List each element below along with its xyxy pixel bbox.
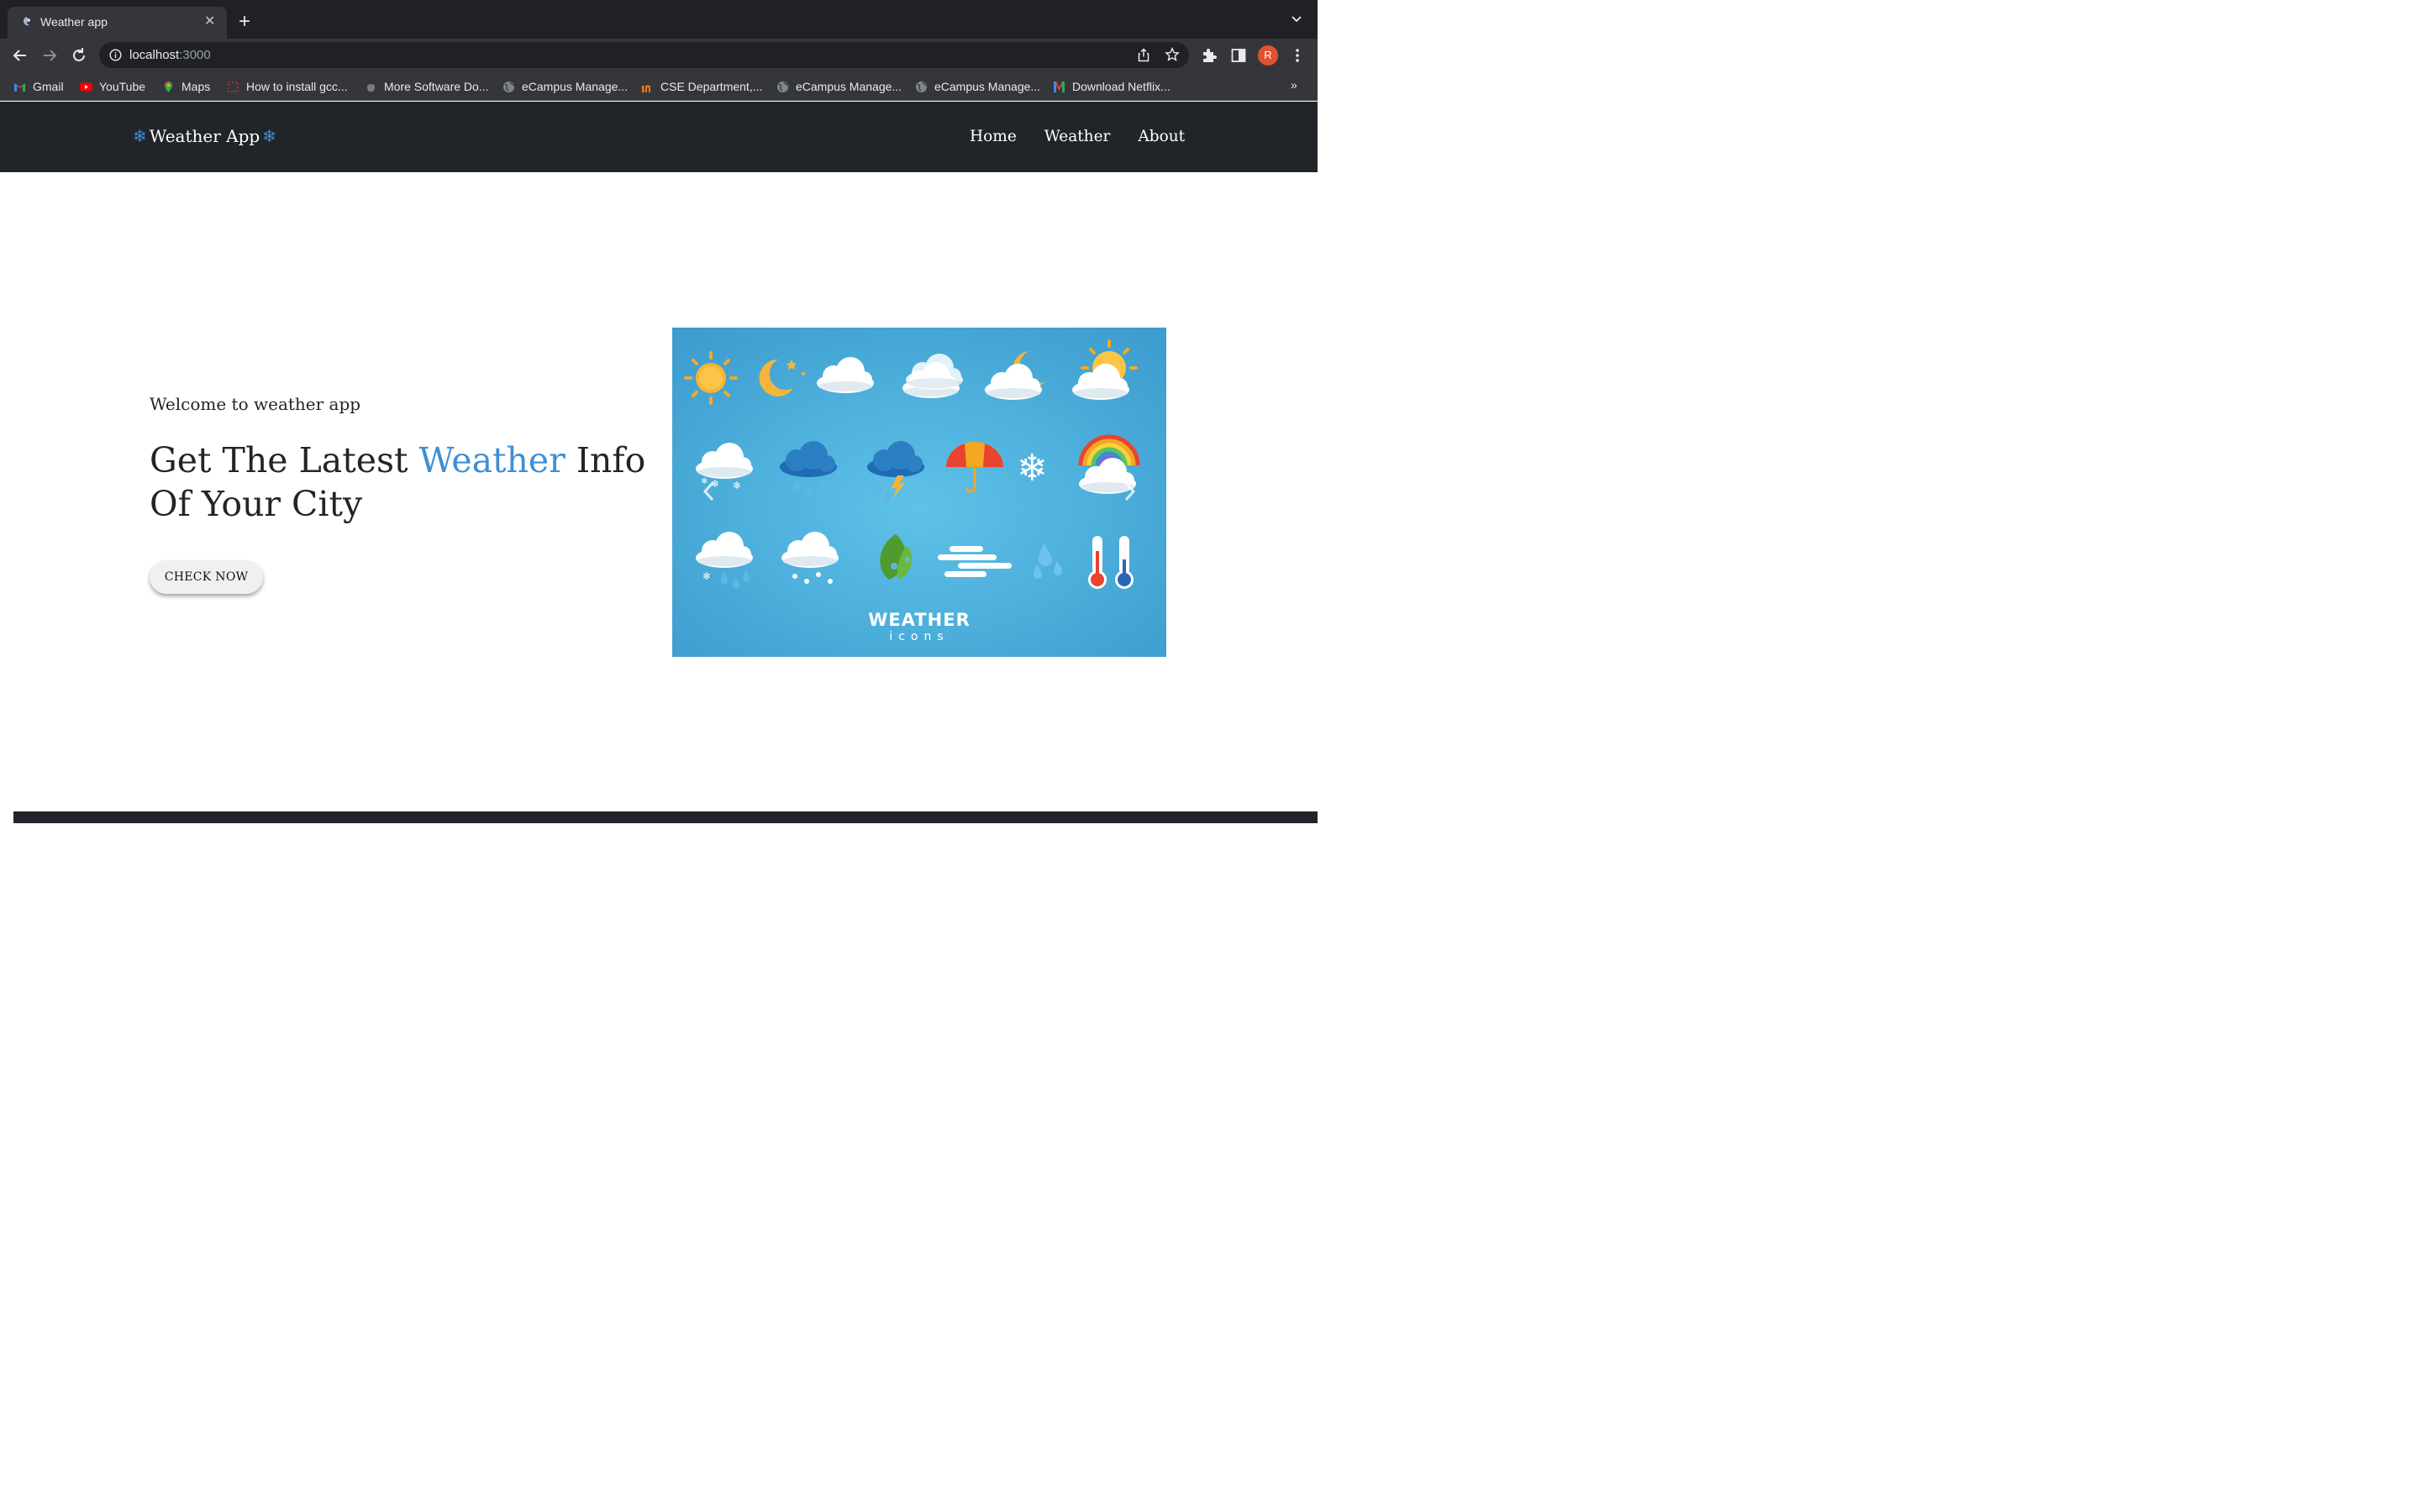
brand-name: Weather App: [149, 126, 260, 146]
bookmark-maps[interactable]: Maps: [162, 79, 210, 94]
site-navbar: ❄ Weather App ❄ Home Weather About: [0, 102, 1318, 172]
maps-icon: [165, 81, 172, 92]
snowflake-icon: ❄: [262, 126, 276, 146]
bookmark-gcc[interactable]: How to install gcc...: [227, 79, 348, 94]
bookmark-cse-department[interactable]: CSE Department,...: [641, 79, 762, 94]
svg-text:❄: ❄: [1017, 447, 1048, 490]
bookmark-netflix[interactable]: Download Netflix...: [1053, 79, 1171, 94]
browser-tabstrip: Weather app ✕ +: [0, 0, 1318, 39]
bookmark-label: eCampus Manage...: [522, 80, 629, 93]
bookmark-star-icon[interactable]: [1165, 47, 1180, 62]
tab-search-chevron-icon[interactable]: [1291, 13, 1302, 25]
browser-menu-icon[interactable]: [1292, 47, 1303, 64]
hero-subtitle: Welcome to weather app: [150, 394, 361, 414]
bookmark-label: eCampus Manage...: [796, 80, 902, 93]
site-brand[interactable]: ❄ Weather App ❄: [133, 126, 276, 146]
snowflake-icon: ❄: [133, 126, 147, 146]
site-footer: [13, 811, 1318, 823]
title-accent: Weather: [418, 440, 566, 480]
tab-close-icon[interactable]: ✕: [204, 13, 215, 30]
carousel-prev-icon[interactable]: [701, 480, 718, 502]
extensions-puzzle-icon[interactable]: [1201, 47, 1218, 64]
side-panel-icon[interactable]: [1230, 47, 1247, 64]
bookmark-label: Gmail: [33, 80, 64, 93]
check-now-button[interactable]: CHECK NOW: [150, 560, 263, 594]
bookmark-label: Maps: [182, 80, 211, 93]
globe-icon: [503, 81, 514, 92]
browser-tab[interactable]: Weather app ✕: [8, 7, 227, 39]
image-caption-title: WEATHER: [868, 610, 971, 630]
tab-title: Weather app: [40, 15, 108, 29]
hero-title: Get The Latest Weather Info Of Your City: [150, 440, 646, 524]
bookmark-youtube[interactable]: YouTube: [80, 79, 145, 94]
weather-icons-illustration: ❄ ❄ ❄ ❄ ❄: [672, 328, 1166, 657]
share-icon[interactable]: [1137, 48, 1150, 62]
bookmark-label: How to install gcc...: [246, 80, 348, 93]
svg-text:❄: ❄: [733, 480, 741, 491]
back-arrow-icon[interactable]: [11, 46, 29, 65]
apple-icon: [367, 83, 375, 92]
site-info-icon[interactable]: [109, 49, 122, 61]
url-text: localhost:3000: [129, 48, 211, 62]
gmail-icon: [14, 82, 25, 92]
bookmark-label: YouTube: [99, 80, 146, 93]
youtube-icon: [80, 82, 92, 91]
profile-avatar[interactable]: R: [1258, 45, 1278, 66]
bookmark-label: CSE Department,...: [660, 80, 763, 93]
bookmark-ecampus-3[interactable]: eCampus Manage...: [915, 79, 1040, 94]
nav-link-home[interactable]: Home: [970, 128, 1017, 145]
new-tab-icon[interactable]: +: [239, 12, 250, 32]
more-bookmarks-icon[interactable]: »: [1291, 78, 1297, 92]
weather-icons-carousel: ❄ ❄ ❄ ❄ ❄ WEATHER icons: [672, 328, 1166, 657]
bookmark-gmail[interactable]: Gmail: [13, 79, 64, 94]
nav-links: Home Weather About: [970, 128, 1185, 145]
bookmark-label: More Software Do...: [384, 80, 489, 93]
bookmarks-bar: Gmail YouTube Maps How to install gcc...…: [0, 72, 1318, 101]
tab-favicon-icon: [24, 17, 30, 26]
nav-link-about[interactable]: About: [1138, 128, 1185, 145]
svg-text:❄: ❄: [702, 570, 711, 582]
nav-link-weather[interactable]: Weather: [1044, 128, 1111, 145]
bookmark-ecampus-2[interactable]: eCampus Manage...: [776, 79, 902, 94]
image-caption-subtitle: icons: [889, 630, 950, 643]
reload-icon[interactable]: [70, 46, 88, 65]
carousel-next-icon[interactable]: [1121, 480, 1138, 502]
globe-icon: [777, 81, 788, 92]
address-bar[interactable]: localhost:3000: [99, 42, 1189, 68]
browser-toolbar: localhost:3000 R: [0, 39, 1318, 72]
bookmark-label: eCampus Manage...: [934, 80, 1041, 93]
bookmark-label: Download Netflix...: [1072, 80, 1171, 93]
netflix-icon: [1054, 81, 1065, 92]
bookmark-ecampus-1[interactable]: eCampus Manage...: [502, 79, 628, 94]
bookmark-icon: [228, 81, 239, 92]
forward-arrow-icon[interactable]: [40, 46, 59, 65]
bookmark-more-software[interactable]: More Software Do...: [365, 79, 489, 94]
globe-icon: [916, 81, 927, 92]
department-icon: [642, 85, 650, 92]
